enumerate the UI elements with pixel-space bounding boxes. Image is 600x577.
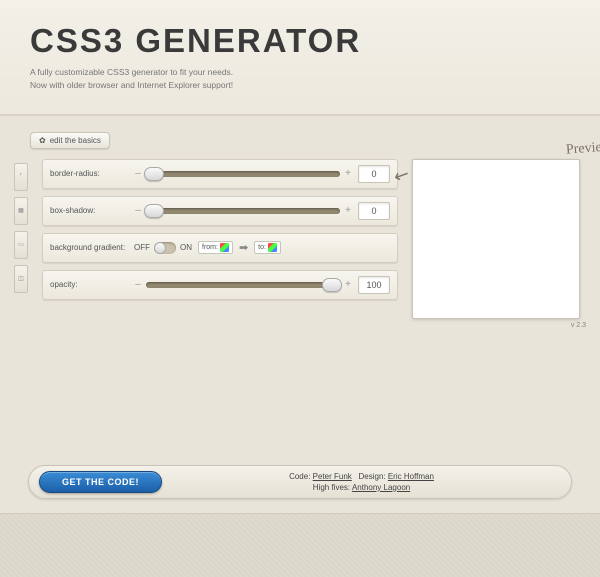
chip-to[interactable]: to: [254,241,281,254]
slider-opacity[interactable] [146,282,340,288]
label-gradient: background gradient: [50,243,128,252]
row-gradient: background gradient: OFF ON from: ➡ to: [42,233,398,263]
row-border-radius: border-radius: – + 0 [42,159,398,189]
minus-icon[interactable]: – [134,168,142,179]
side-tab-gradient[interactable]: ▭ [14,231,28,259]
side-tab-opacity[interactable]: ◫ [14,265,28,293]
side-tab-rail: ⌜ ▦ ▭ ◫ [14,163,28,319]
value-opacity[interactable]: 100 [358,276,390,294]
arrow-right-icon: ➡ [239,241,248,254]
credits: Code: Peter Funk Design: Eric Hoffman Hi… [162,471,561,493]
slider-thumb[interactable] [144,167,164,181]
value-border-radius[interactable]: 0 [358,165,390,183]
slider-thumb[interactable] [322,278,342,292]
link-code-author[interactable]: Peter Funk [313,472,352,481]
version-text: v 2.3 [0,322,586,329]
footer-texture [0,513,600,577]
footer-bar: GET THE CODE! Code: Peter Funk Design: E… [28,465,572,499]
preview-box [412,159,580,319]
value-box-shadow[interactable]: 0 [358,202,390,220]
slider-thumb[interactable] [144,204,164,218]
label-opacity: opacity: [50,280,128,289]
label-box-shadow: box-shadow: [50,206,128,215]
gear-icon: ✿ [39,136,46,145]
label-border-radius: border-radius: [50,169,128,178]
row-box-shadow: box-shadow: – + 0 [42,196,398,226]
plus-icon[interactable]: + [344,168,352,179]
toggle-gradient[interactable] [154,242,176,254]
swatch-icon [268,243,277,252]
plus-icon[interactable]: + [344,279,352,290]
slider-box-shadow[interactable] [146,208,340,214]
link-design-author[interactable]: Eric Hoffman [388,472,434,481]
edit-basics-button[interactable]: ✿ edit the basics [30,132,110,149]
preview-label: Preview [566,139,600,158]
side-tab-radius[interactable]: ⌜ [14,163,28,191]
row-opacity: opacity: – + 100 [42,270,398,300]
toggle-knob[interactable] [154,242,166,254]
slider-border-radius[interactable] [146,171,340,177]
header: CSS3 GENERATOR A fully customizable CSS3… [0,0,600,116]
side-tab-shadow[interactable]: ▦ [14,197,28,225]
page-title: CSS3 GENERATOR [30,22,600,60]
plus-icon[interactable]: + [344,205,352,216]
minus-icon[interactable]: – [134,279,142,290]
link-highfive[interactable]: Anthony Lagoon [352,483,410,492]
get-code-button[interactable]: GET THE CODE! [39,471,162,493]
chip-from[interactable]: from: [198,241,233,254]
minus-icon[interactable]: – [134,205,142,216]
swatch-icon [220,243,229,252]
subtitle: A fully customizable CSS3 generator to f… [30,66,600,92]
